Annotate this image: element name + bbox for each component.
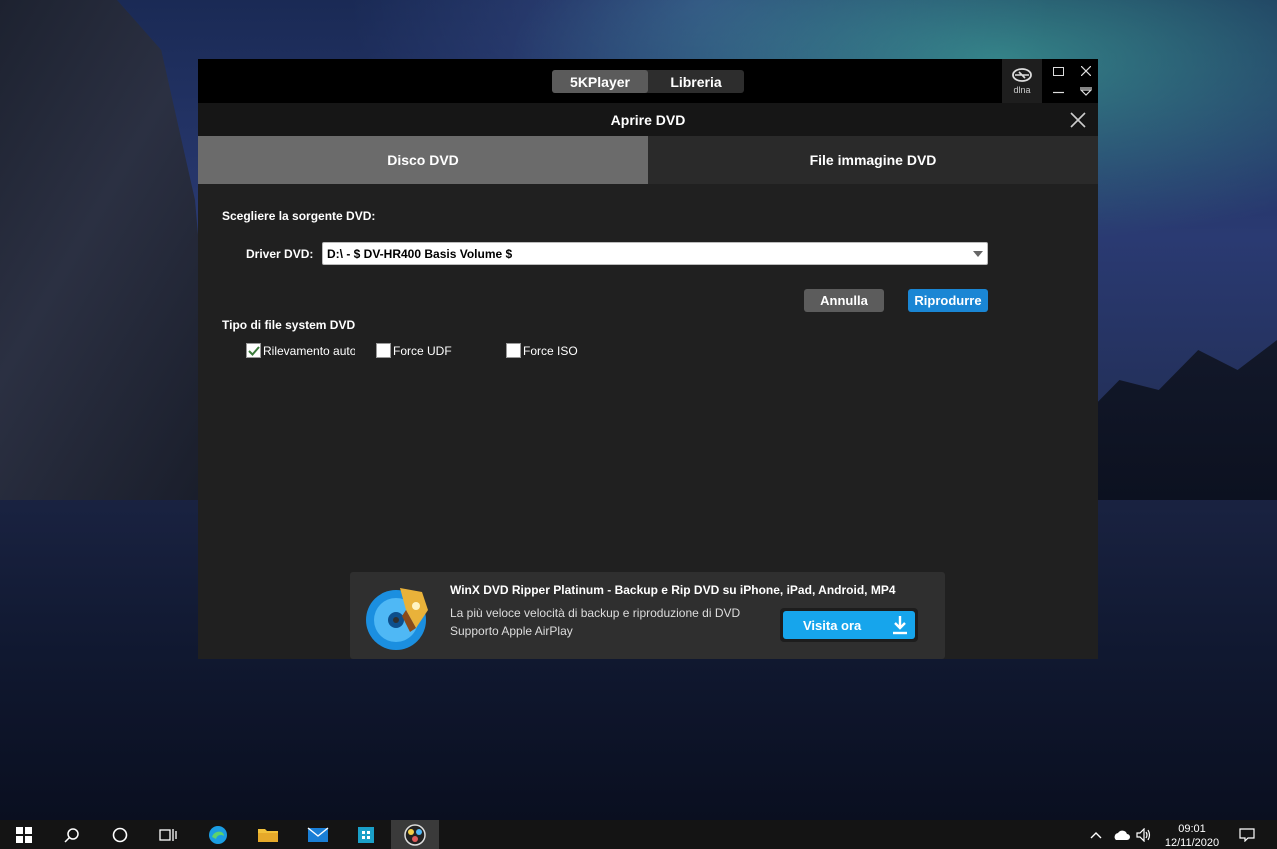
tab-libreria[interactable]: Libreria bbox=[648, 70, 744, 93]
open-dvd-dialog: Aprire DVD Disco DVD File immagine DVD S… bbox=[198, 103, 1098, 659]
cortana-icon bbox=[112, 827, 128, 842]
dialog-tabs: Disco DVD File immagine DVD bbox=[198, 136, 1098, 184]
clock-date: 12/11/2020 bbox=[1164, 837, 1220, 849]
tab-file-immagine-dvd[interactable]: File immagine DVD bbox=[648, 136, 1098, 184]
speaker-icon bbox=[1136, 827, 1151, 842]
task-view-button[interactable] bbox=[144, 820, 192, 849]
search-button[interactable] bbox=[48, 820, 96, 849]
minimize-icon bbox=[1052, 91, 1064, 93]
promo-line-1: La più veloce velocità di backup e ripro… bbox=[450, 606, 741, 620]
dlna-icon bbox=[1012, 68, 1032, 82]
folder-icon bbox=[258, 828, 278, 842]
maximize-button[interactable] bbox=[1048, 61, 1068, 81]
chevron-up-icon bbox=[1090, 831, 1102, 838]
checkbox-box[interactable] bbox=[246, 343, 261, 358]
checkbox-label: Force ISO bbox=[523, 343, 578, 358]
winx-dvd-logo-icon bbox=[366, 588, 428, 650]
checkbox-label: Force UDF bbox=[393, 343, 452, 358]
5kplayer-icon bbox=[404, 823, 426, 846]
fs-type-label: Tipo di file system DVD bbox=[222, 318, 356, 332]
source-label: Scegliere la sorgente DVD: bbox=[222, 209, 376, 223]
cloud-icon bbox=[1114, 830, 1130, 840]
close-icon bbox=[1081, 66, 1091, 76]
5kplayer-taskbar-button[interactable] bbox=[391, 820, 439, 849]
file-explorer-button[interactable] bbox=[244, 820, 292, 849]
tab-5kplayer[interactable]: 5KPlayer bbox=[552, 70, 648, 93]
play-button[interactable]: Riprodurre bbox=[908, 289, 988, 312]
taskbar-clock[interactable]: 09:01 12/11/2020 bbox=[1160, 822, 1224, 849]
chevron-down-icon bbox=[973, 251, 983, 257]
mail-button[interactable] bbox=[294, 820, 342, 849]
dialog-title: Aprire DVD bbox=[610, 111, 686, 128]
download-icon bbox=[893, 616, 907, 635]
driver-dvd-select[interactable]: D:\ - $ DV-HR400 Basis Volume $ bbox=[322, 242, 988, 265]
visit-now-button[interactable]: Visita ora bbox=[780, 608, 918, 642]
driver-label: Driver DVD: bbox=[246, 247, 314, 261]
dialog-close-icon[interactable] bbox=[1068, 110, 1088, 130]
checkbox-label: Rilevamento auto bbox=[263, 343, 355, 358]
driver-dvd-value: D:\ - $ DV-HR400 Basis Volume $ bbox=[327, 246, 513, 261]
checkbox-rilevamento-auto[interactable]: Rilevamento auto bbox=[246, 343, 355, 358]
mail-icon bbox=[307, 826, 329, 842]
cancel-button[interactable]: Annulla bbox=[804, 289, 884, 312]
edge-icon bbox=[209, 825, 227, 844]
store-button[interactable] bbox=[342, 820, 390, 849]
store-icon bbox=[358, 826, 374, 843]
notifications-button[interactable] bbox=[1232, 820, 1262, 849]
main-tab-switch: 5KPlayer Libreria bbox=[552, 70, 744, 93]
visit-now-label: Visita ora bbox=[803, 617, 862, 633]
checkbox-force-iso[interactable]: Force ISO bbox=[506, 343, 578, 358]
maximize-icon bbox=[1052, 66, 1064, 76]
taskbar: 09:01 12/11/2020 bbox=[0, 820, 1277, 849]
dlna-label: dlna bbox=[1013, 85, 1031, 95]
task-view-icon bbox=[159, 828, 177, 841]
tab-disco-dvd[interactable]: Disco DVD bbox=[198, 136, 648, 184]
visit-now-inner: Visita ora bbox=[783, 611, 915, 639]
cortana-button[interactable] bbox=[96, 820, 144, 849]
clock-time: 09:01 bbox=[1178, 823, 1206, 835]
tray-expand-button[interactable] bbox=[1086, 820, 1106, 849]
minimize-button[interactable] bbox=[1048, 82, 1068, 102]
edge-button[interactable] bbox=[194, 820, 242, 849]
menu-button[interactable] bbox=[1076, 82, 1096, 102]
dlna-button[interactable]: dlna bbox=[1002, 59, 1042, 103]
windows-logo-icon bbox=[16, 826, 32, 843]
wallpaper-hills bbox=[1080, 340, 1277, 500]
notification-icon bbox=[1239, 827, 1255, 842]
checkbox-box[interactable] bbox=[376, 343, 391, 358]
onedrive-button[interactable] bbox=[1110, 820, 1132, 849]
title-bar: 5KPlayer Libreria dlna bbox=[198, 59, 1098, 103]
close-app-button[interactable] bbox=[1076, 61, 1096, 81]
promo-title: WinX DVD Ripper Platinum - Backup e Rip … bbox=[450, 583, 896, 597]
volume-button[interactable] bbox=[1134, 820, 1154, 849]
promo-banner: WinX DVD Ripper Platinum - Backup e Rip … bbox=[350, 572, 945, 659]
checkbox-force-udf[interactable]: Force UDF bbox=[376, 343, 452, 358]
5kplayer-window: 5KPlayer Libreria dlna Aprire DVD Disco … bbox=[198, 59, 1098, 659]
start-button[interactable] bbox=[0, 820, 48, 849]
promo-line-2: Supporto Apple AirPlay bbox=[450, 624, 573, 638]
dialog-header: Aprire DVD bbox=[198, 103, 1098, 136]
dropdown-menu-icon bbox=[1080, 87, 1092, 96]
checkbox-box[interactable] bbox=[506, 343, 521, 358]
search-icon bbox=[64, 827, 79, 843]
checkmark-icon bbox=[247, 345, 260, 356]
